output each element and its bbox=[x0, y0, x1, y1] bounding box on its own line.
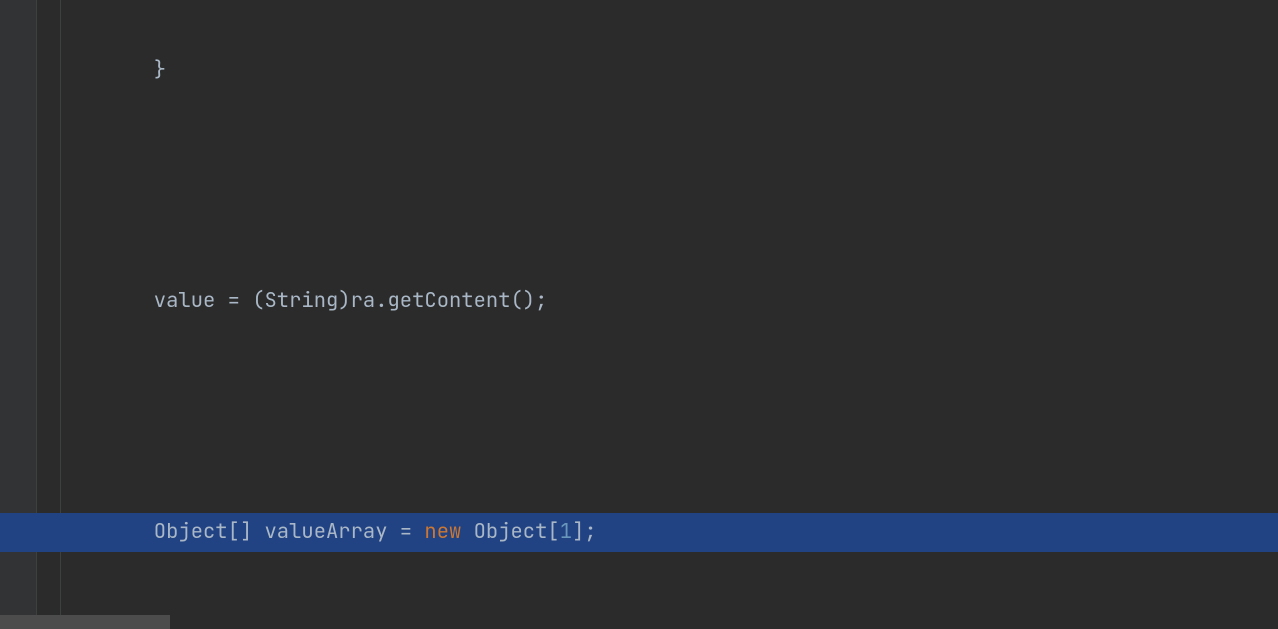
code-line[interactable] bbox=[0, 398, 1278, 437]
code-text: value = (String)ra.getContent(); bbox=[80, 287, 547, 314]
code-line[interactable]: } bbox=[0, 51, 1278, 90]
code-line-current[interactable]: Object[] valueArray = new Object[1]; bbox=[0, 513, 1278, 552]
gutter-highlight-current-line bbox=[0, 513, 36, 552]
number-literal: 1 bbox=[560, 518, 572, 545]
code-block[interactable]: } value = (String)ra.getContent(); Objec… bbox=[0, 0, 1278, 629]
code-line[interactable]: value = (String)ra.getContent(); bbox=[0, 282, 1278, 321]
code-text: Object[] valueArray = bbox=[80, 518, 424, 545]
code-line[interactable] bbox=[0, 167, 1278, 206]
horizontal-scrollbar-thumb[interactable] bbox=[0, 615, 170, 629]
code-text: } bbox=[80, 56, 166, 83]
code-text: ]; bbox=[572, 518, 597, 545]
keyword-new: new bbox=[424, 518, 461, 545]
code-text: Object[ bbox=[461, 518, 559, 545]
code-editor[interactable]: } value = (String)ra.getContent(); Objec… bbox=[0, 0, 1278, 629]
